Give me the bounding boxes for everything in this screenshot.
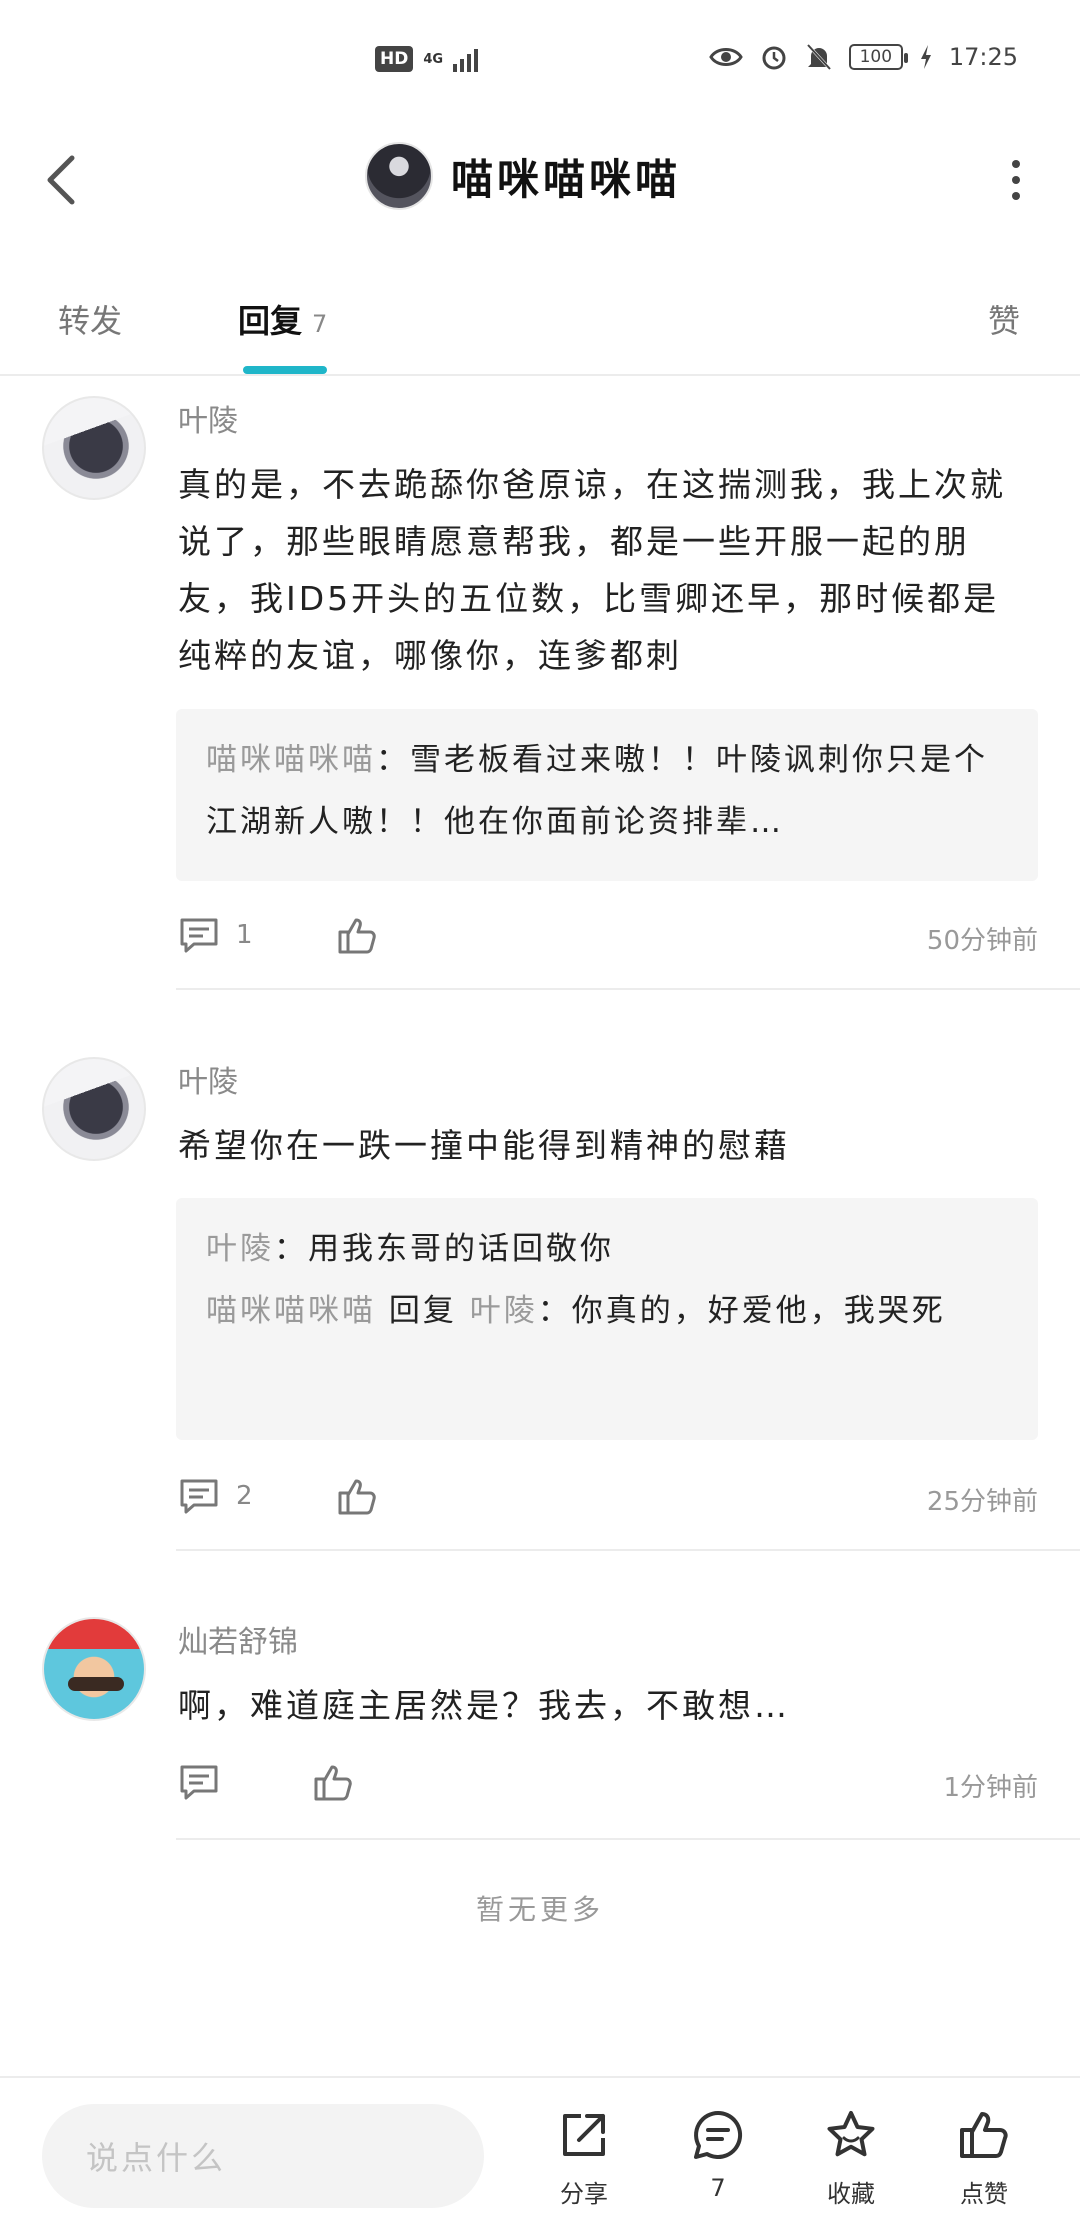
status-icons: 100 17:25 [709, 42, 1018, 72]
reply-author[interactable]: 喵咪喵咪喵 [206, 742, 376, 778]
comments-count: 7 [710, 2174, 726, 2202]
share-icon [563, 2114, 605, 2156]
commenter-name[interactable]: 灿若舒锦 [178, 1617, 298, 1661]
charging-icon [920, 45, 931, 69]
commenter-avatar[interactable] [42, 1057, 146, 1161]
reply-target[interactable]: 叶陵 [470, 1293, 538, 1329]
active-tab-indicator [243, 366, 327, 374]
reply-text: 用我东哥的话回敬你 [308, 1231, 614, 1267]
like-button[interactable]: 点赞 [934, 2108, 1034, 2209]
post-author[interactable]: 喵咪喵咪喵 [365, 142, 681, 210]
commenter-name[interactable]: 叶陵 [178, 396, 238, 440]
commenter-avatar[interactable] [42, 1617, 146, 1721]
thumbs-up-icon[interactable] [336, 914, 378, 956]
comment-text[interactable]: 啊，难道庭主居然是？我去，不敢想… [178, 1677, 1018, 1734]
divider [176, 1549, 1080, 1551]
comment-actions: 1分钟前 [178, 1761, 1038, 1809]
tab-reply[interactable]: 回复 7 [238, 296, 327, 342]
author-avatar[interactable] [365, 142, 433, 210]
comment-bubble-icon [694, 2110, 743, 2159]
comment-input[interactable]: 说点什么 [42, 2104, 484, 2208]
comment-icon[interactable] [178, 1761, 220, 1803]
clock: 17:25 [948, 43, 1018, 71]
favorite-button[interactable]: 收藏 [801, 2108, 901, 2209]
comment-actions: 1 50分钟前 [178, 914, 1038, 962]
reply-line: 叶陵：用我东哥的话回敬你 [206, 1218, 1008, 1280]
comment-time: 50分钟前 [926, 926, 1038, 956]
eye-icon [709, 48, 743, 66]
thumbs-up-icon[interactable] [336, 1475, 378, 1517]
like-label: 点赞 [960, 2180, 1008, 2208]
comment-icon[interactable] [178, 914, 220, 956]
comment-item: 叶陵 真的是，不去跪舔你爸原谅，在这揣测我，我上次就说了，那些眼睛愿意帮我，都是… [0, 396, 1080, 990]
reply-separator: ： [376, 742, 410, 778]
share-label: 分享 [560, 2180, 608, 2208]
comments-button[interactable]: 7 [668, 2108, 768, 2202]
signal-icon [453, 46, 479, 72]
commenter-name[interactable]: 叶陵 [178, 1057, 238, 1101]
commenter-avatar[interactable] [42, 396, 146, 500]
reply-author[interactable]: 叶陵 [206, 1231, 274, 1267]
chevron-left-icon [47, 155, 75, 205]
more-icon [1012, 160, 1020, 168]
no-more-label: 暂无更多 [475, 1893, 604, 1926]
thumbs-up-icon[interactable] [312, 1761, 354, 1803]
battery-icon: 100 [848, 44, 908, 70]
reply-author[interactable]: 喵咪喵咪喵 [206, 1293, 376, 1329]
top-header: 喵咪喵咪喵 [0, 120, 1080, 240]
divider [176, 988, 1080, 990]
reply-preview[interactable]: 喵咪喵咪喵：雪老板看过来嗷！！叶陵讽刺你只是个江湖新人嗷！！他在你面前论资排辈… [176, 709, 1038, 881]
comment-actions: 2 25分钟前 [178, 1475, 1038, 1523]
comment-text[interactable]: 真的是，不去跪舔你爸原谅，在这揣测我，我上次就说了，那些眼睛愿意帮我，都是一些开… [178, 456, 1018, 684]
reply-separator: ： [537, 1293, 572, 1329]
mute-bell-icon [806, 43, 831, 71]
comment-icon[interactable] [178, 1475, 220, 1517]
tab-forward[interactable]: 转发 [58, 296, 122, 342]
thumbs-up-icon [960, 2112, 1008, 2158]
star-icon [827, 2111, 875, 2157]
reply-verb: 回复 [376, 1293, 470, 1329]
reply-count: 1 [236, 920, 253, 950]
more-menu-button[interactable] [1008, 160, 1024, 200]
battery-level: 100 [859, 47, 893, 67]
network-status: HD 4G [375, 46, 479, 72]
comment-item: 叶陵 希望你在一跌一撞中能得到精神的慰藉 叶陵：用我东哥的话回敬你 喵咪喵咪喵 … [0, 1057, 1080, 1552]
tab-bar: 转发 回复 7 赞 [0, 270, 1080, 376]
comment-item: 灿若舒锦 啊，难道庭主居然是？我去，不敢想… 1分钟前 [0, 1617, 1080, 1840]
reply-text: 你真的，好爱他，我哭死 [571, 1293, 946, 1329]
favorite-label: 收藏 [827, 2180, 875, 2208]
divider [176, 1838, 1080, 1840]
page-title: 喵咪喵咪喵 [451, 154, 682, 204]
tab-reply-label: 回复 [238, 302, 303, 340]
comment-time: 25分钟前 [926, 1487, 1038, 1517]
network-type: 4G [423, 51, 444, 67]
hd-badge: HD [375, 46, 414, 72]
reply-count: 2 [236, 1481, 253, 1511]
bottom-action-bar: 说点什么 分享 7 收藏 点赞 [0, 2076, 1080, 2228]
back-button[interactable] [40, 150, 84, 210]
comment-text[interactable]: 希望你在一跌一撞中能得到精神的慰藉 [178, 1117, 1018, 1174]
tab-like[interactable]: 赞 [988, 296, 1020, 342]
reply-preview[interactable]: 叶陵：用我东哥的话回敬你 喵咪喵咪喵 回复 叶陵：你真的，好爱他，我哭死 [176, 1198, 1038, 1440]
status-bar: HD 4G 100 17:25 [0, 0, 1080, 120]
tab-reply-count: 7 [312, 310, 328, 338]
alarm-icon [762, 46, 786, 70]
reply-line: 喵咪喵咪喵 回复 叶陵：你真的，好爱他，我哭死 [206, 1280, 1008, 1342]
reply-separator: ： [274, 1231, 308, 1267]
share-button[interactable]: 分享 [534, 2108, 634, 2209]
comment-time: 1分钟前 [943, 1773, 1038, 1803]
